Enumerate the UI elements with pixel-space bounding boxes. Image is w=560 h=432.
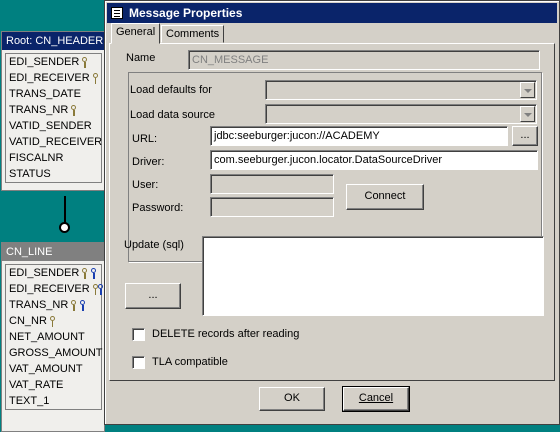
table-row[interactable]: FISCALNR	[6, 150, 101, 166]
update-sql-label: Update (sql)	[124, 239, 184, 251]
table-row[interactable]: TRANS_NR	[6, 102, 101, 118]
load-defaults-label: Load defaults for	[130, 84, 212, 96]
key-icon	[92, 283, 98, 295]
update-sql-browse-label: ...	[148, 289, 158, 301]
dialog-titlebar[interactable]: Message Properties	[107, 3, 557, 23]
table-row[interactable]: EDI_RECEIVER	[6, 70, 101, 86]
url-input[interactable]: jdbc:seeburger:jucon://ACADEMY	[210, 126, 508, 146]
tab-comments[interactable]: Comments	[161, 25, 225, 43]
table-row[interactable]: TRANS_NR	[6, 297, 101, 313]
delete-records-checkbox[interactable]	[132, 328, 145, 341]
update-sql-browse-button[interactable]: ...	[125, 283, 181, 309]
tab-general[interactable]: General	[111, 23, 161, 44]
key-icon	[70, 104, 77, 116]
foreign-key-icon	[97, 283, 103, 295]
relation-connector[interactable]	[59, 222, 70, 233]
password-input[interactable]	[210, 197, 334, 217]
tab-general-label: General	[116, 26, 156, 38]
line-table[interactable]: CN_LINE EDI_SENDER EDI_RECEIVER TRANS_NR…	[1, 242, 105, 432]
table-row[interactable]: VATID_RECEIVER	[6, 134, 102, 150]
table-row[interactable]: EDI_SENDER	[6, 54, 101, 70]
key-icon	[49, 315, 56, 327]
chevron-down-icon[interactable]	[520, 82, 535, 98]
user-input[interactable]	[210, 174, 334, 194]
table-row[interactable]: EDI_SENDER	[6, 265, 101, 281]
load-defaults-dropdown[interactable]	[265, 80, 537, 100]
table-row[interactable]: GROSS_AMOUNT	[6, 345, 103, 361]
table-row[interactable]: TRANS_DATE	[6, 86, 101, 102]
url-value: jdbc:seeburger:jucon://ACADEMY	[214, 130, 380, 142]
name-field[interactable]: CN_MESSAGE	[188, 50, 540, 70]
name-label: Name	[126, 52, 156, 64]
load-datasource-label: Load data source	[130, 109, 216, 121]
header-table-title: Root: CN_HEADER	[2, 32, 104, 50]
key-icon	[81, 56, 88, 68]
foreign-key-icon	[90, 267, 97, 279]
header-table-rows: EDI_SENDER EDI_RECEIVER TRANS_DATE TRANS…	[5, 53, 102, 183]
key-icon	[92, 72, 99, 84]
table-row[interactable]: VAT_AMOUNT	[6, 361, 101, 377]
tla-compatible-label: TLA compatible	[152, 356, 228, 368]
name-value: CN_MESSAGE	[192, 54, 269, 66]
key-icon	[81, 267, 88, 279]
table-row[interactable]: VAT_RATE	[6, 377, 101, 393]
url-browse-label: ...	[520, 129, 530, 141]
user-label: User:	[132, 179, 159, 191]
table-row[interactable]: STATUS	[6, 166, 101, 182]
connect-label: Connect	[364, 190, 406, 202]
window-menu-icon[interactable]	[111, 7, 123, 19]
table-row[interactable]: EDI_RECEIVER	[6, 281, 103, 297]
connect-button[interactable]: Connect	[346, 184, 424, 210]
table-row[interactable]: TEXT_1	[6, 393, 101, 409]
table-row[interactable]: VATID_SENDER	[6, 118, 101, 134]
driver-input[interactable]: com.seeburger.jucon.locator.DataSourceDr…	[210, 150, 538, 170]
update-sql-textarea[interactable]	[202, 236, 544, 316]
header-table[interactable]: Root: CN_HEADER EDI_SENDER EDI_RECEIVER …	[1, 31, 105, 191]
url-label: URL:	[132, 133, 158, 145]
ok-label: OK	[284, 392, 300, 404]
driver-label: Driver:	[132, 156, 165, 168]
general-panel: Name CN_MESSAGE Load defaults for Load d…	[109, 43, 555, 381]
delete-records-label: DELETE records after reading	[152, 328, 300, 340]
table-row[interactable]: NET_AMOUNT	[6, 329, 101, 345]
line-table-title: CN_LINE	[2, 243, 104, 261]
dialog-title: Message Properties	[129, 6, 243, 20]
cancel-button[interactable]: Cancel	[342, 386, 410, 412]
ok-button[interactable]: OK	[259, 387, 325, 411]
tla-compatible-checkbox[interactable]	[132, 356, 145, 369]
url-browse-button[interactable]: ...	[512, 126, 538, 146]
cancel-label: Cancel	[358, 392, 394, 404]
driver-value: com.seeburger.jucon.locator.DataSourceDr…	[214, 154, 443, 166]
message-properties-dialog: Message Properties General Comments Name…	[104, 0, 560, 425]
key-icon	[70, 299, 77, 311]
password-label: Password:	[132, 202, 184, 214]
load-datasource-dropdown[interactable]	[265, 104, 537, 124]
table-row[interactable]: CN_NR	[6, 313, 101, 329]
tab-comments-label: Comments	[166, 28, 220, 40]
foreign-key-icon	[79, 299, 86, 311]
chevron-down-icon[interactable]	[520, 106, 535, 122]
line-table-rows: EDI_SENDER EDI_RECEIVER TRANS_NR CN_NR N…	[5, 264, 103, 410]
